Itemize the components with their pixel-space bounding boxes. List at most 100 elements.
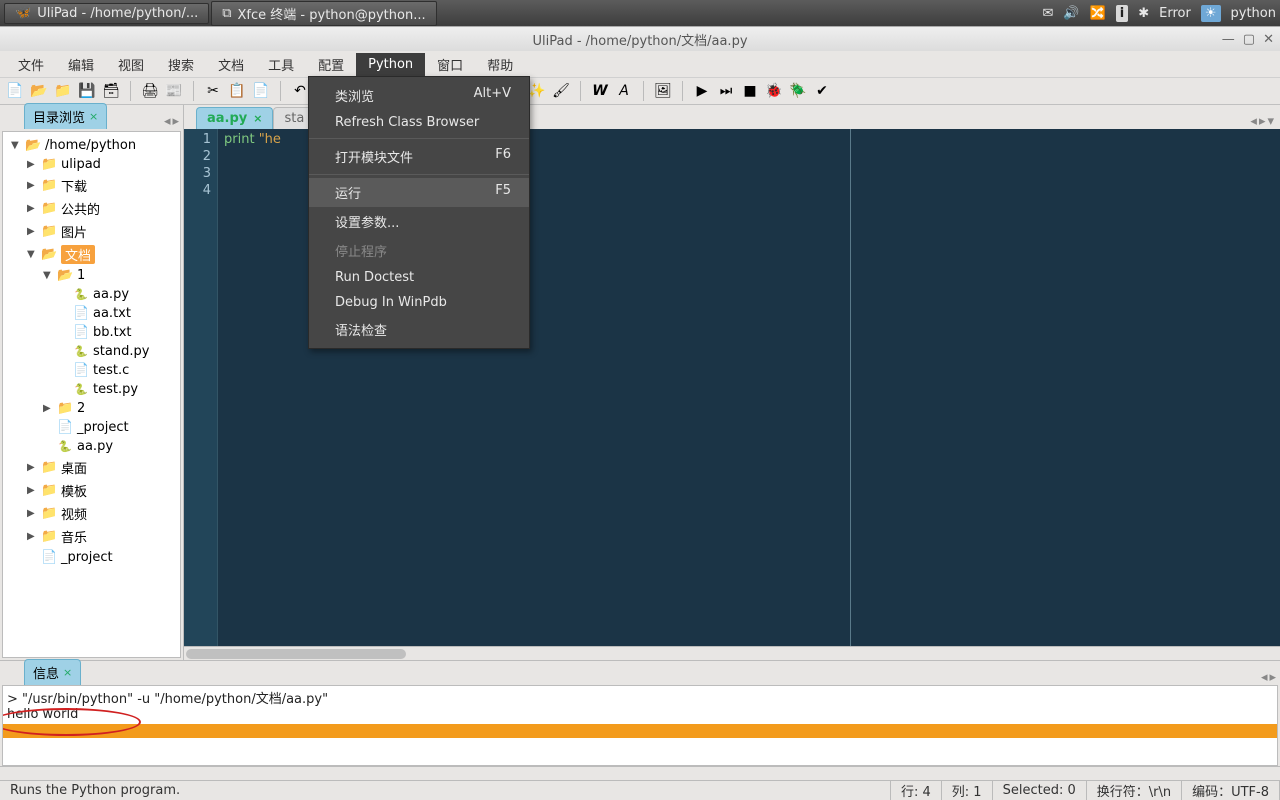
bluetooth-icon[interactable]: ✱	[1138, 6, 1149, 21]
taskbar-app-label: UliPad - /home/python/...	[37, 6, 198, 21]
error-indicator[interactable]: Error	[1159, 6, 1191, 21]
brush-icon[interactable]: 🖌	[552, 82, 570, 100]
tab-aa-py[interactable]: aa.py ×	[196, 107, 273, 129]
tree-file[interactable]: 📄test.c	[3, 361, 180, 380]
menu-view[interactable]: 视图	[106, 51, 156, 78]
tree-file[interactable]: 📄bb.txt	[3, 323, 180, 342]
tree-folder[interactable]: ▶📁公共的	[3, 197, 180, 220]
tree-folder[interactable]: ▶📁音乐	[3, 525, 180, 548]
tree-folder[interactable]: ▶📁模板	[3, 479, 180, 502]
print-icon[interactable]: 🖨	[141, 82, 159, 100]
tree-file[interactable]: 📄_project	[3, 418, 180, 437]
close-icon[interactable]: ×	[89, 110, 98, 123]
menu-search[interactable]: 搜索	[156, 51, 206, 78]
menu-item-set-args[interactable]: 设置参数...	[309, 207, 529, 236]
status-bar: Runs the Python program. 行: 4 列: 1 Selec…	[0, 780, 1280, 800]
undo-icon[interactable]: ↶	[291, 82, 309, 100]
tree-folder[interactable]: ▶📁视频	[3, 502, 180, 525]
tab-info[interactable]: 信息 ×	[24, 659, 81, 685]
auto-icon[interactable]: A	[615, 82, 633, 100]
image-icon[interactable]: 🖼	[654, 82, 672, 100]
bug-icon[interactable]: 🪲	[789, 82, 807, 100]
new-file-icon[interactable]: 📄	[6, 82, 24, 100]
run-icon[interactable]: ▶	[693, 82, 711, 100]
menu-item-stop: 停止程序	[309, 236, 529, 265]
network-icon[interactable]: 🔀	[1090, 6, 1106, 21]
close-icon[interactable]: ×	[63, 666, 72, 679]
paste-icon[interactable]: 📄	[252, 82, 270, 100]
menu-doc[interactable]: 文档	[206, 51, 256, 78]
tree-file-py[interactable]: 🐍aa.py	[3, 285, 180, 304]
menu-item-run[interactable]: 运行F5	[309, 178, 529, 207]
butterfly-icon: 🦋	[15, 6, 31, 21]
nav-prev-icon[interactable]: ◂	[1261, 670, 1268, 685]
open-folder-icon[interactable]: 📁	[54, 82, 72, 100]
taskbar-app-ulipad[interactable]: 🦋 UliPad - /home/python/...	[4, 3, 209, 24]
tree-root[interactable]: ▼📂/home/python	[3, 136, 180, 155]
close-icon[interactable]: ×	[253, 112, 262, 125]
output-console[interactable]: > "/usr/bin/python" -u "/home/python/文档/…	[2, 685, 1278, 766]
menu-item-debug[interactable]: Debug In WinPdb	[309, 290, 529, 315]
run-to-icon[interactable]: ⏭	[717, 82, 735, 100]
nav-next-icon[interactable]: ▸	[1259, 114, 1266, 129]
menu-item-syntax[interactable]: 语法检查	[309, 315, 529, 344]
menu-item-refresh-class[interactable]: Refresh Class Browser	[309, 110, 529, 135]
nav-prev-icon[interactable]: ◂	[1250, 114, 1257, 129]
tree-file-py[interactable]: 🐍stand.py	[3, 342, 180, 361]
horizontal-scrollbar[interactable]	[184, 646, 1280, 660]
weather-icon[interactable]: ☀	[1201, 5, 1221, 22]
nav-prev-icon[interactable]: ◂	[164, 114, 171, 129]
tree-file[interactable]: 📄aa.txt	[3, 304, 180, 323]
minimize-button[interactable]: —	[1222, 32, 1235, 47]
copy-icon[interactable]: 📋	[228, 82, 246, 100]
tree-file[interactable]: 📄_project	[3, 548, 180, 567]
close-button[interactable]: ✕	[1263, 32, 1274, 47]
wand-icon[interactable]: ✨	[528, 82, 546, 100]
tree-folder[interactable]: ▶📁下载	[3, 174, 180, 197]
tree-folder[interactable]: ▼📂1	[3, 266, 180, 285]
save-all-icon[interactable]: 🗃	[102, 82, 120, 100]
menu-tool[interactable]: 工具	[256, 51, 306, 78]
menu-item-class-browse[interactable]: 类浏览Alt+V	[309, 81, 529, 110]
scroll-thumb[interactable]	[186, 649, 406, 659]
nav-next-icon[interactable]: ▸	[172, 114, 179, 129]
tree-folder-selected[interactable]: ▼📂文档	[3, 243, 180, 266]
save-icon[interactable]: 💾	[78, 82, 96, 100]
tree-folder[interactable]: ▶📁ulipad	[3, 155, 180, 174]
menu-separator	[309, 138, 529, 139]
file-tree[interactable]: ▼📂/home/python ▶📁ulipad ▶📁下载 ▶📁公共的 ▶📁图片 …	[2, 131, 181, 658]
menu-file[interactable]: 文件	[6, 51, 56, 78]
menu-item-doctest[interactable]: Run Doctest	[309, 265, 529, 290]
check-icon[interactable]: ✔	[813, 82, 831, 100]
tree-folder[interactable]: ▶📁2	[3, 399, 180, 418]
line-number: 2	[184, 148, 211, 165]
word-wrap-icon[interactable]: W	[591, 82, 609, 100]
taskbar-app-terminal[interactable]: ⧉ Xfce 终端 - python@python...	[211, 1, 436, 26]
menu-config[interactable]: 配置	[306, 51, 356, 78]
ladybug-icon[interactable]: 🐞	[765, 82, 783, 100]
menu-edit[interactable]: 编辑	[56, 51, 106, 78]
menu-item-open-module[interactable]: 打开模块文件F6	[309, 142, 529, 171]
maximize-button[interactable]: ▢	[1243, 32, 1255, 47]
work-area: 目录浏览 × ◂ ▸ ▼📂/home/python ▶📁ulipad ▶📁下载 …	[0, 105, 1280, 660]
tree-file-py[interactable]: 🐍test.py	[3, 380, 180, 399]
info-icon[interactable]: i	[1116, 5, 1128, 22]
tree-file-py[interactable]: 🐍aa.py	[3, 437, 180, 456]
stop-icon[interactable]: ■	[741, 82, 759, 100]
print-preview-icon[interactable]: 📰	[165, 82, 183, 100]
nav-next-icon[interactable]: ▸	[1269, 670, 1276, 685]
menu-python[interactable]: Python	[356, 53, 425, 76]
menu-window[interactable]: 窗口	[425, 51, 475, 78]
cut-icon[interactable]: ✂	[204, 82, 222, 100]
panel-nav: ◂ ▸	[1261, 670, 1276, 685]
dropdown-icon[interactable]: ▾	[1267, 114, 1274, 129]
tab-directory-browser[interactable]: 目录浏览 ×	[24, 103, 107, 129]
horizontal-scrollbar[interactable]	[0, 766, 1280, 780]
volume-icon[interactable]: 🔊	[1063, 6, 1079, 21]
mail-icon[interactable]: ✉	[1043, 6, 1054, 21]
menu-help[interactable]: 帮助	[475, 51, 525, 78]
open-icon[interactable]: 📂	[30, 82, 48, 100]
tree-folder[interactable]: ▶📁桌面	[3, 456, 180, 479]
tree-folder[interactable]: ▶📁图片	[3, 220, 180, 243]
user-menu[interactable]: python	[1231, 6, 1276, 21]
